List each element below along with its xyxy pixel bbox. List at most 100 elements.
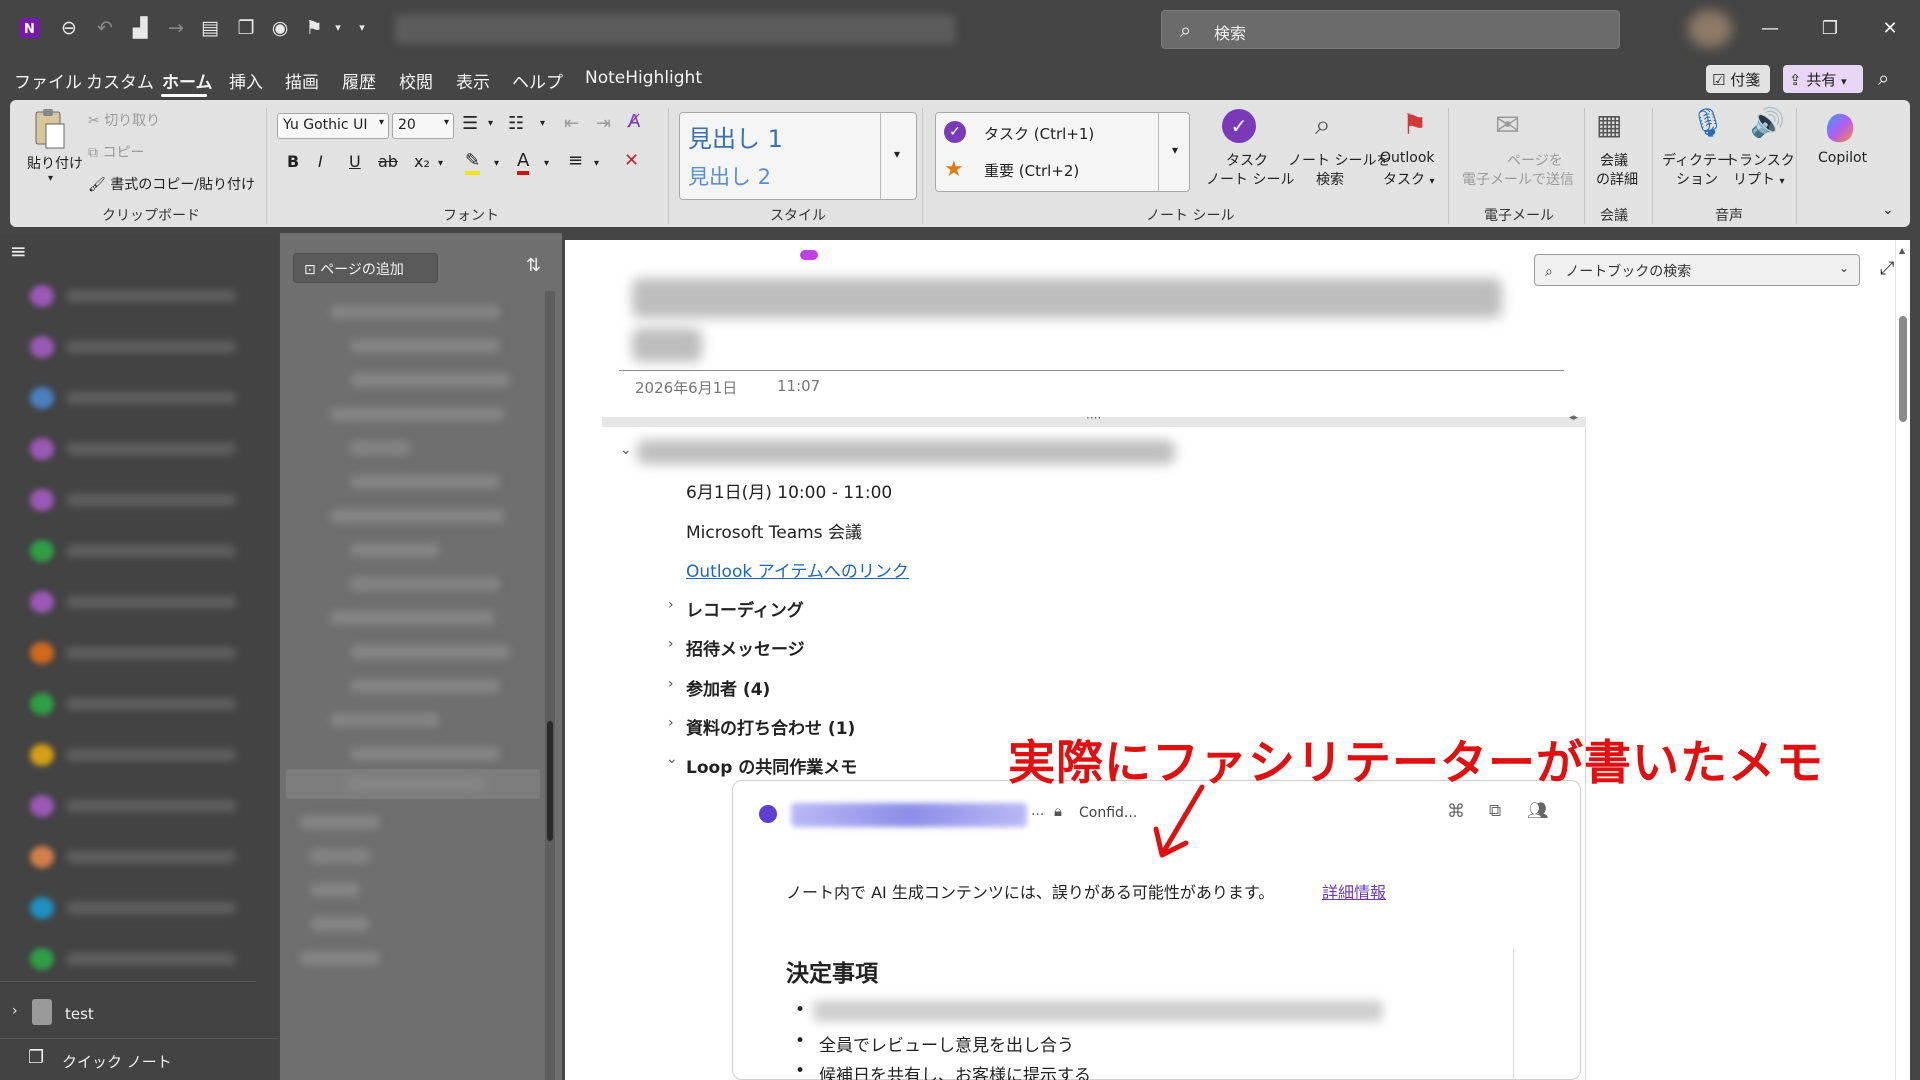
list-item[interactable] [813, 1000, 1383, 1022]
transcribe-label-1[interactable]: トランスク [1725, 150, 1795, 170]
section-recording[interactable]: レコーディング [686, 596, 804, 621]
quick-notes-item[interactable]: ❐ クイック ノート [0, 1045, 278, 1080]
page-item[interactable] [330, 713, 440, 727]
copy-link-icon[interactable]: ⧉ [1489, 801, 1501, 821]
page-item[interactable] [330, 509, 505, 523]
font-color-chevron-icon[interactable]: ▾ [544, 158, 549, 169]
align-chevron-icon[interactable]: ▾ [594, 158, 599, 169]
highlight-icon[interactable]: ✎ [465, 150, 481, 175]
numbering-icon[interactable]: ☷ [508, 113, 524, 134]
chevron-down-icon[interactable]: ⌄ [666, 751, 678, 767]
minimize-icon[interactable]: — [1755, 15, 1785, 43]
email-icon[interactable]: ✉ [1495, 108, 1520, 143]
apps-icon[interactable]: ⌘ [1447, 801, 1465, 822]
notebook-item[interactable] [24, 894, 260, 920]
page-item[interactable] [310, 849, 370, 863]
page-item[interactable] [310, 917, 370, 931]
email-page-label-1[interactable]: ページを [1507, 150, 1563, 170]
notebook-item[interactable] [24, 741, 260, 767]
selected-page-item[interactable] [286, 769, 540, 799]
tag-task[interactable]: タスク (Ctrl+1) [984, 123, 1094, 144]
increase-indent-icon[interactable]: ⇥ [596, 113, 611, 134]
tab-history[interactable]: 履歴 [342, 68, 376, 93]
italic-icon[interactable]: I [318, 152, 323, 171]
font-color-icon[interactable]: A [517, 150, 530, 175]
page-item[interactable] [350, 747, 500, 761]
cut-button[interactable]: ✂ 切り取り [88, 110, 160, 130]
page-item[interactable] [330, 611, 495, 625]
forward-icon[interactable]: → [164, 16, 188, 40]
underline-icon[interactable]: U [349, 152, 361, 171]
notebook-item[interactable] [24, 792, 260, 818]
chevron-right-icon[interactable]: › [668, 597, 674, 613]
dock-icon[interactable]: ▟ [128, 16, 152, 40]
notebook-item[interactable] [24, 486, 260, 512]
style-heading-1[interactable]: 見出し 1 [688, 119, 783, 154]
meeting-details-label-1[interactable]: 会議 [1600, 150, 1628, 170]
page-item[interactable] [350, 679, 500, 693]
sort-icon[interactable]: ⇅ [526, 255, 541, 276]
clear-formatting-icon[interactable]: A̸ [628, 111, 640, 132]
add-page-button[interactable]: ⊡ ページの追加 [293, 253, 438, 283]
customize-toolbar-icon[interactable]: ▾ [350, 16, 374, 40]
page-item[interactable] [330, 305, 500, 319]
expand-icon[interactable]: ⤢ [1880, 258, 1894, 279]
style-heading-2[interactable]: 見出し 2 [688, 161, 771, 191]
page-item[interactable] [350, 441, 410, 455]
microphone-icon[interactable]: 🎙 [1690, 106, 1726, 139]
page-item[interactable] [330, 407, 505, 421]
tab-home[interactable]: ホーム [162, 68, 213, 93]
search-box[interactable]: ⌕ 検索 [1161, 10, 1620, 49]
highlight-chevron-icon[interactable]: ▾ [494, 158, 499, 169]
pages-icon[interactable]: ❐ [234, 16, 258, 40]
undo-icon[interactable]: ↶ [93, 16, 117, 40]
tab-notehighlight[interactable]: NoteHighlight [585, 68, 702, 88]
flag-dropdown-icon[interactable]: ▾ [326, 16, 350, 40]
dictate-label-2[interactable]: ション [1676, 169, 1718, 189]
notebook-item[interactable] [24, 639, 260, 665]
find-tags-label-2[interactable]: 検索 [1316, 169, 1344, 189]
chevron-right-icon[interactable]: › [668, 636, 674, 652]
page-item[interactable] [300, 815, 380, 829]
list-item[interactable]: 全員でレビューし意見を出し合う [819, 1031, 1074, 1056]
notebook-item[interactable] [24, 333, 260, 359]
scroll-up-icon[interactable]: ▲ [1899, 246, 1905, 255]
font-size-select[interactable]: 20 ▾ [392, 113, 454, 139]
notebook-item[interactable] [24, 690, 260, 716]
drag-handle-icon[interactable]: ···· [1086, 411, 1101, 425]
copilot-icon[interactable] [1822, 108, 1858, 144]
outlook-tasks-label-2[interactable]: タスク ▾ [1383, 169, 1434, 189]
section-participants[interactable]: 参加者 (4) [686, 675, 770, 700]
section-invitation[interactable]: 招待メッセージ [686, 635, 805, 660]
page-item[interactable] [350, 577, 500, 591]
bullets-chevron-icon[interactable]: ▾ [488, 118, 493, 129]
notebook-item[interactable] [24, 282, 260, 308]
close-icon[interactable]: ✕ [1875, 15, 1905, 43]
task-tag-label-1[interactable]: タスク [1226, 150, 1268, 170]
transcribe-icon[interactable]: 🔊 [1750, 106, 1785, 139]
page-item[interactable] [350, 339, 500, 353]
bold-icon[interactable]: B [287, 152, 299, 171]
list-item[interactable]: 候補日を共有し、お客様に提示する [819, 1061, 1091, 1080]
test-notebook-item[interactable]: › test [0, 997, 278, 1033]
copy-button[interactable]: ⧉ コピー [88, 142, 144, 162]
page-title[interactable] [632, 278, 1502, 318]
outlook-flag-icon[interactable]: ⚑ [1402, 108, 1427, 141]
paste-label[interactable]: 貼り付け [27, 153, 83, 173]
record-icon[interactable]: ◉ [268, 16, 292, 40]
decrease-indent-icon[interactable]: ⇤ [564, 113, 579, 134]
email-page-label-2[interactable]: 電子メールで送信 [1462, 169, 1574, 189]
paste-chevron-icon[interactable]: ▾ [48, 173, 53, 184]
subscript-chevron-icon[interactable]: ▾ [438, 158, 443, 169]
transcribe-label-2[interactable]: リプト ▾ [1733, 169, 1784, 189]
page-item[interactable] [350, 645, 510, 659]
tab-custom[interactable]: カスタム [86, 68, 154, 93]
collapse-ribbon-icon[interactable]: ⌄ [1882, 202, 1894, 218]
pages-scrollbar[interactable] [545, 291, 555, 1080]
notebook-item[interactable] [24, 843, 260, 869]
notebook-item[interactable] [24, 537, 260, 563]
format-painter-button[interactable]: 🖌 書式のコピー/貼り付け [88, 174, 255, 194]
notebook-item[interactable] [24, 384, 260, 410]
chevron-right-icon[interactable]: › [668, 715, 674, 731]
meeting-details-icon[interactable]: ▦ [1596, 108, 1622, 141]
